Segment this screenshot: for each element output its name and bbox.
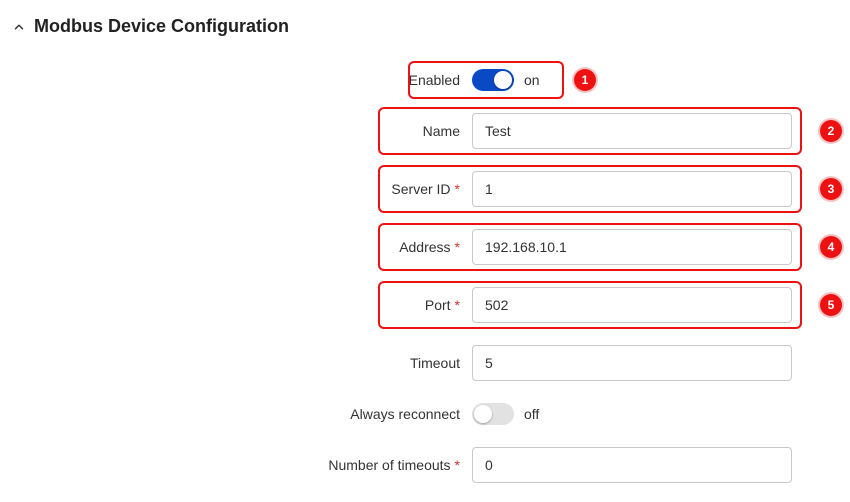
input-port[interactable] [472, 287, 792, 323]
label-server-id: Server ID [391, 181, 450, 197]
row-address: Address * 4 [12, 229, 838, 265]
label-timeout: Timeout [410, 355, 460, 371]
row-port: Port * 5 [12, 287, 838, 323]
label-port: Port [425, 297, 451, 313]
step-badge-3: 3 [820, 178, 842, 200]
section-title: Modbus Device Configuration [34, 16, 289, 37]
input-num-timeouts[interactable] [472, 447, 792, 483]
required-mark: * [455, 239, 460, 255]
row-enabled: Enabled on 1 [12, 69, 838, 91]
input-timeout[interactable] [472, 345, 792, 381]
form-rows: Enabled on 1 Name 2 Server ID * 3 [12, 69, 838, 483]
input-address[interactable] [472, 229, 792, 265]
row-server-id: Server ID * 3 [12, 171, 838, 207]
step-badge-1: 1 [574, 69, 596, 91]
chevron-up-icon [12, 20, 26, 34]
row-num-timeouts: Number of timeouts * [12, 447, 838, 483]
toggle-enabled-state: on [524, 72, 540, 88]
label-enabled: Enabled [409, 72, 460, 88]
label-num-timeouts: Number of timeouts [328, 457, 450, 473]
input-name[interactable] [472, 113, 792, 149]
step-badge-4: 4 [820, 236, 842, 258]
toggle-reconnect-state: off [524, 406, 539, 422]
step-badge-5: 5 [820, 294, 842, 316]
label-name: Name [423, 123, 460, 139]
toggle-reconnect[interactable] [472, 403, 514, 425]
section-header[interactable]: Modbus Device Configuration [12, 16, 838, 37]
required-mark: * [455, 181, 460, 197]
row-timeout: Timeout [12, 345, 838, 381]
required-mark: * [455, 297, 460, 313]
row-reconnect: Always reconnect off [12, 403, 838, 425]
required-mark: * [455, 457, 460, 473]
toggle-enabled[interactable] [472, 69, 514, 91]
label-reconnect: Always reconnect [350, 406, 460, 422]
step-badge-2: 2 [820, 120, 842, 142]
row-name: Name 2 [12, 113, 838, 149]
label-address: Address [399, 239, 450, 255]
input-server-id[interactable] [472, 171, 792, 207]
